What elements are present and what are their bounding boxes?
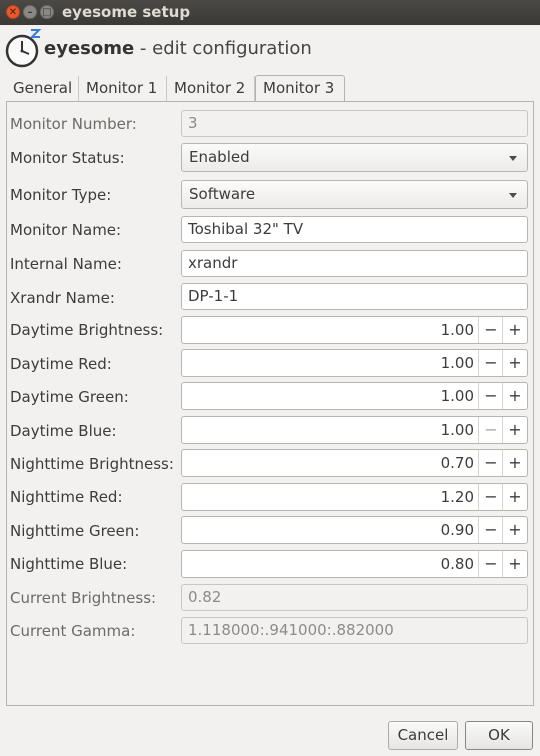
monitor-status-select[interactable]: Enabled	[181, 143, 528, 172]
daytime-blue-value[interactable]: 1.00	[441, 417, 474, 443]
app-subtitle: - edit configuration	[134, 38, 312, 59]
nighttime-green-value[interactable]: 0.90	[441, 517, 474, 543]
maximize-icon[interactable]: □	[40, 5, 54, 19]
decrement-button[interactable]: −	[478, 450, 503, 476]
decrement-button[interactable]: −	[478, 484, 503, 510]
current-gamma-field: 1.118000:.941000:.882000	[181, 617, 528, 644]
xrandr-name-label: Xrandr Name:	[10, 289, 115, 307]
chevron-down-icon	[509, 193, 517, 198]
daytime-brightness-label: Daytime Brightness:	[10, 321, 164, 339]
current-brightness-label: Current Brightness:	[10, 589, 157, 607]
increment-button[interactable]: +	[502, 484, 527, 510]
increment-button[interactable]: +	[502, 517, 527, 543]
daytime-red-spinner[interactable]: 1.00 − +	[181, 349, 528, 377]
nighttime-brightness-value[interactable]: 0.70	[441, 450, 474, 476]
monitor-name-input[interactable]: Toshibal 32" TV	[181, 216, 528, 243]
daytime-green-label: Daytime Green:	[10, 388, 129, 406]
decrement-button[interactable]: −	[478, 350, 503, 376]
nighttime-green-label: Nighttime Green:	[10, 522, 140, 540]
decrement-button[interactable]: −	[478, 417, 503, 443]
tab-monitor-2[interactable]: Monitor 2	[167, 76, 255, 101]
daytime-green-value[interactable]: 1.00	[441, 383, 474, 409]
minimize-icon[interactable]: –	[23, 5, 37, 19]
nighttime-brightness-spinner[interactable]: 0.70 − +	[181, 449, 528, 477]
app-name: eyesome	[44, 38, 135, 59]
tab-monitor-3[interactable]: Monitor 3	[255, 75, 345, 102]
close-icon[interactable]: ✕	[6, 5, 20, 19]
monitor-name-label: Monitor Name:	[10, 221, 122, 239]
monitor-type-label: Monitor Type:	[10, 186, 112, 204]
nighttime-red-spinner[interactable]: 1.20 − +	[181, 483, 528, 511]
nighttime-red-value[interactable]: 1.20	[441, 484, 474, 510]
increment-button[interactable]: +	[502, 450, 527, 476]
current-gamma-label: Current Gamma:	[10, 622, 136, 640]
daytime-blue-label: Daytime Blue:	[10, 422, 117, 440]
app-heading: eyesome - edit configuration	[44, 38, 312, 59]
decrement-button[interactable]: −	[478, 383, 503, 409]
title-bar: ✕ – □ eyesome setup	[0, 0, 540, 25]
increment-button[interactable]: +	[502, 551, 527, 577]
monitor-status-value: Enabled	[189, 148, 250, 166]
decrement-button[interactable]: −	[478, 551, 503, 577]
ok-button[interactable]: OK	[465, 721, 533, 750]
cancel-button[interactable]: Cancel	[388, 721, 458, 750]
nighttime-blue-spinner[interactable]: 0.80 − +	[181, 550, 528, 578]
nighttime-blue-label: Nighttime Blue:	[10, 555, 128, 573]
increment-button[interactable]: +	[502, 417, 527, 443]
nighttime-green-spinner[interactable]: 0.90 − +	[181, 516, 528, 544]
tab-general[interactable]: General	[6, 76, 79, 101]
chevron-down-icon	[509, 156, 517, 161]
current-brightness-field: 0.82	[181, 584, 528, 611]
daytime-red-value[interactable]: 1.00	[441, 350, 474, 376]
internal-name-label: Internal Name:	[10, 255, 122, 273]
daytime-green-spinner[interactable]: 1.00 − +	[181, 382, 528, 410]
clock-moon-icon	[5, 29, 42, 68]
nighttime-blue-value[interactable]: 0.80	[441, 551, 474, 577]
monitor-type-select[interactable]: Software	[181, 180, 528, 209]
daytime-brightness-spinner[interactable]: 1.00 − +	[181, 316, 528, 344]
internal-name-input[interactable]: xrandr	[181, 250, 528, 277]
monitor-number-label: Monitor Number:	[10, 115, 137, 133]
monitor-status-label: Monitor Status:	[10, 149, 125, 167]
header: eyesome - edit configuration	[0, 25, 540, 75]
nighttime-red-label: Nighttime Red:	[10, 488, 123, 506]
daytime-red-label: Daytime Red:	[10, 355, 112, 373]
increment-button[interactable]: +	[502, 350, 527, 376]
decrement-button[interactable]: −	[478, 317, 503, 343]
monitor-number-field: 3	[181, 110, 528, 137]
monitor-type-value: Software	[189, 185, 256, 203]
daytime-blue-spinner[interactable]: 1.00 − +	[181, 416, 528, 444]
window-title: eyesome setup	[62, 3, 191, 21]
increment-button[interactable]: +	[502, 383, 527, 409]
nighttime-brightness-label: Nighttime Brightness:	[10, 455, 174, 473]
daytime-brightness-value[interactable]: 1.00	[441, 317, 474, 343]
tab-monitor-1[interactable]: Monitor 1	[79, 76, 167, 101]
increment-button[interactable]: +	[502, 317, 527, 343]
xrandr-name-input[interactable]: DP-1-1	[181, 283, 528, 310]
decrement-button[interactable]: −	[478, 517, 503, 543]
